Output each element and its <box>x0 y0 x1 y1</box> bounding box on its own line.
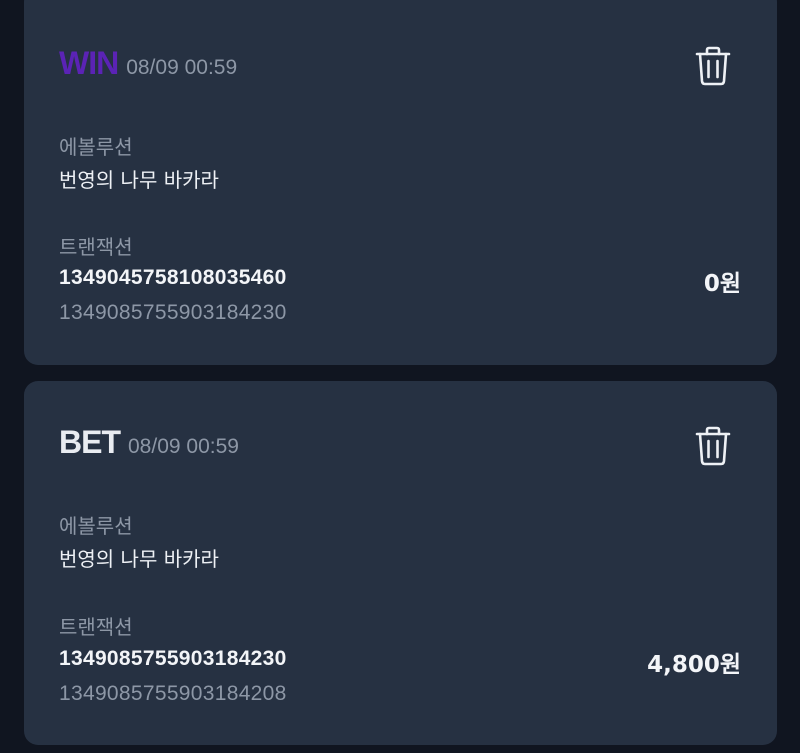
transaction-label: 트랜잭션 <box>59 615 133 639</box>
transaction-label: 트랜잭션 <box>59 235 133 259</box>
transaction-card-bet: BET 08/09 00:59 에볼루션 번영의 나무 바카라 트랜잭션 134… <box>24 381 777 745</box>
card-header: BET 08/09 00:59 <box>59 424 239 461</box>
game-name: 번영의 나무 바카라 <box>59 168 219 192</box>
transaction-id: 1349045758108035460 <box>59 266 287 289</box>
transaction-date: 08/09 00:59 <box>128 435 239 458</box>
trash-icon <box>695 46 731 86</box>
trash-icon <box>695 426 731 466</box>
delete-button[interactable] <box>695 426 731 466</box>
transaction-card-win: WIN 08/09 00:59 에볼루션 번영의 나무 바카라 트랜잭션 134… <box>24 0 777 365</box>
reference-id: 1349085755903184208 <box>59 682 287 705</box>
transaction-amount: 0원 <box>703 271 741 297</box>
reference-id: 1349085755903184230 <box>59 301 287 324</box>
transaction-type: WIN <box>59 45 119 81</box>
game-name: 번영의 나무 바카라 <box>59 547 219 571</box>
provider-label: 에볼루션 <box>59 514 133 538</box>
transaction-id: 1349085755903184230 <box>59 647 287 670</box>
transaction-type: BET <box>59 424 121 460</box>
transaction-date: 08/09 00:59 <box>126 56 238 79</box>
transaction-amount: 4,800원 <box>647 652 741 678</box>
delete-button[interactable] <box>695 46 731 86</box>
card-header: WIN 08/09 00:59 <box>59 45 237 82</box>
provider-label: 에볼루션 <box>59 135 133 159</box>
